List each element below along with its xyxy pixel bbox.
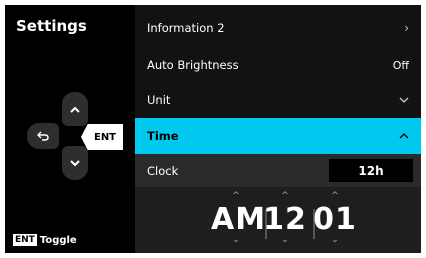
menu-item-label: Unit bbox=[147, 93, 171, 107]
caret-down-icon[interactable]: ⌄ bbox=[211, 235, 261, 245]
chevron-right-icon: › bbox=[404, 21, 409, 35]
clock-label: Clock bbox=[147, 163, 179, 178]
menu-item-unit[interactable]: Unit bbox=[135, 83, 421, 117]
toggle-hint: ENT Toggle bbox=[13, 234, 77, 246]
caret-down-icon[interactable]: ⌄ bbox=[262, 235, 308, 245]
chevron-down-icon bbox=[399, 97, 409, 103]
dpad-back-button[interactable] bbox=[27, 123, 59, 149]
hour-value: 12 bbox=[263, 202, 307, 237]
dpad-up-button[interactable] bbox=[62, 92, 88, 126]
menu-item-label: Time bbox=[147, 129, 179, 143]
dpad-ent-button[interactable]: ENT bbox=[81, 124, 123, 150]
settings-menu: Information 2 › Auto Brightness Off Unit… bbox=[135, 5, 421, 253]
minute-spinner[interactable]: ^ 01 ⌄ bbox=[312, 187, 358, 253]
chevron-up-icon bbox=[70, 106, 80, 113]
page-title: Settings bbox=[16, 17, 87, 35]
auto-brightness-value: Off bbox=[392, 58, 409, 72]
dpad-down-button[interactable] bbox=[62, 146, 88, 180]
chevron-down-icon bbox=[70, 159, 80, 166]
menu-item-time[interactable]: Time bbox=[135, 118, 421, 154]
ampm-spinner[interactable]: ^ AM ⌄ bbox=[211, 187, 267, 253]
menu-item-information[interactable]: Information 2 › bbox=[135, 11, 421, 45]
hint-label: Toggle bbox=[39, 234, 77, 246]
time-picker: ^ AM ⌄ ^ 12 ⌄ ^ 01 ⌄ bbox=[135, 187, 421, 253]
hint-key-badge: ENT bbox=[13, 234, 37, 246]
menu-item-label: Information 2 bbox=[147, 21, 225, 35]
back-arrow-icon bbox=[37, 131, 49, 141]
menu-item-clock[interactable]: Clock 12h bbox=[135, 154, 421, 187]
device-screen: Settings ENT ENT Toggle Information 2 › bbox=[5, 5, 421, 253]
chevron-up-icon bbox=[399, 133, 409, 139]
caret-down-icon[interactable]: ⌄ bbox=[312, 235, 358, 245]
clock-format-value[interactable]: 12h bbox=[329, 159, 413, 182]
hour-spinner[interactable]: ^ 12 ⌄ bbox=[262, 187, 308, 253]
caret-up-icon[interactable]: ^ bbox=[262, 191, 308, 201]
caret-up-icon[interactable]: ^ bbox=[312, 191, 358, 201]
ampm-value: AM bbox=[211, 202, 267, 237]
minute-value: 01 bbox=[313, 202, 357, 237]
menu-item-auto-brightness[interactable]: Auto Brightness Off bbox=[135, 48, 421, 82]
menu-item-label: Auto Brightness bbox=[147, 58, 239, 72]
left-panel: Settings ENT ENT Toggle bbox=[5, 5, 135, 253]
caret-up-icon[interactable]: ^ bbox=[211, 191, 261, 201]
